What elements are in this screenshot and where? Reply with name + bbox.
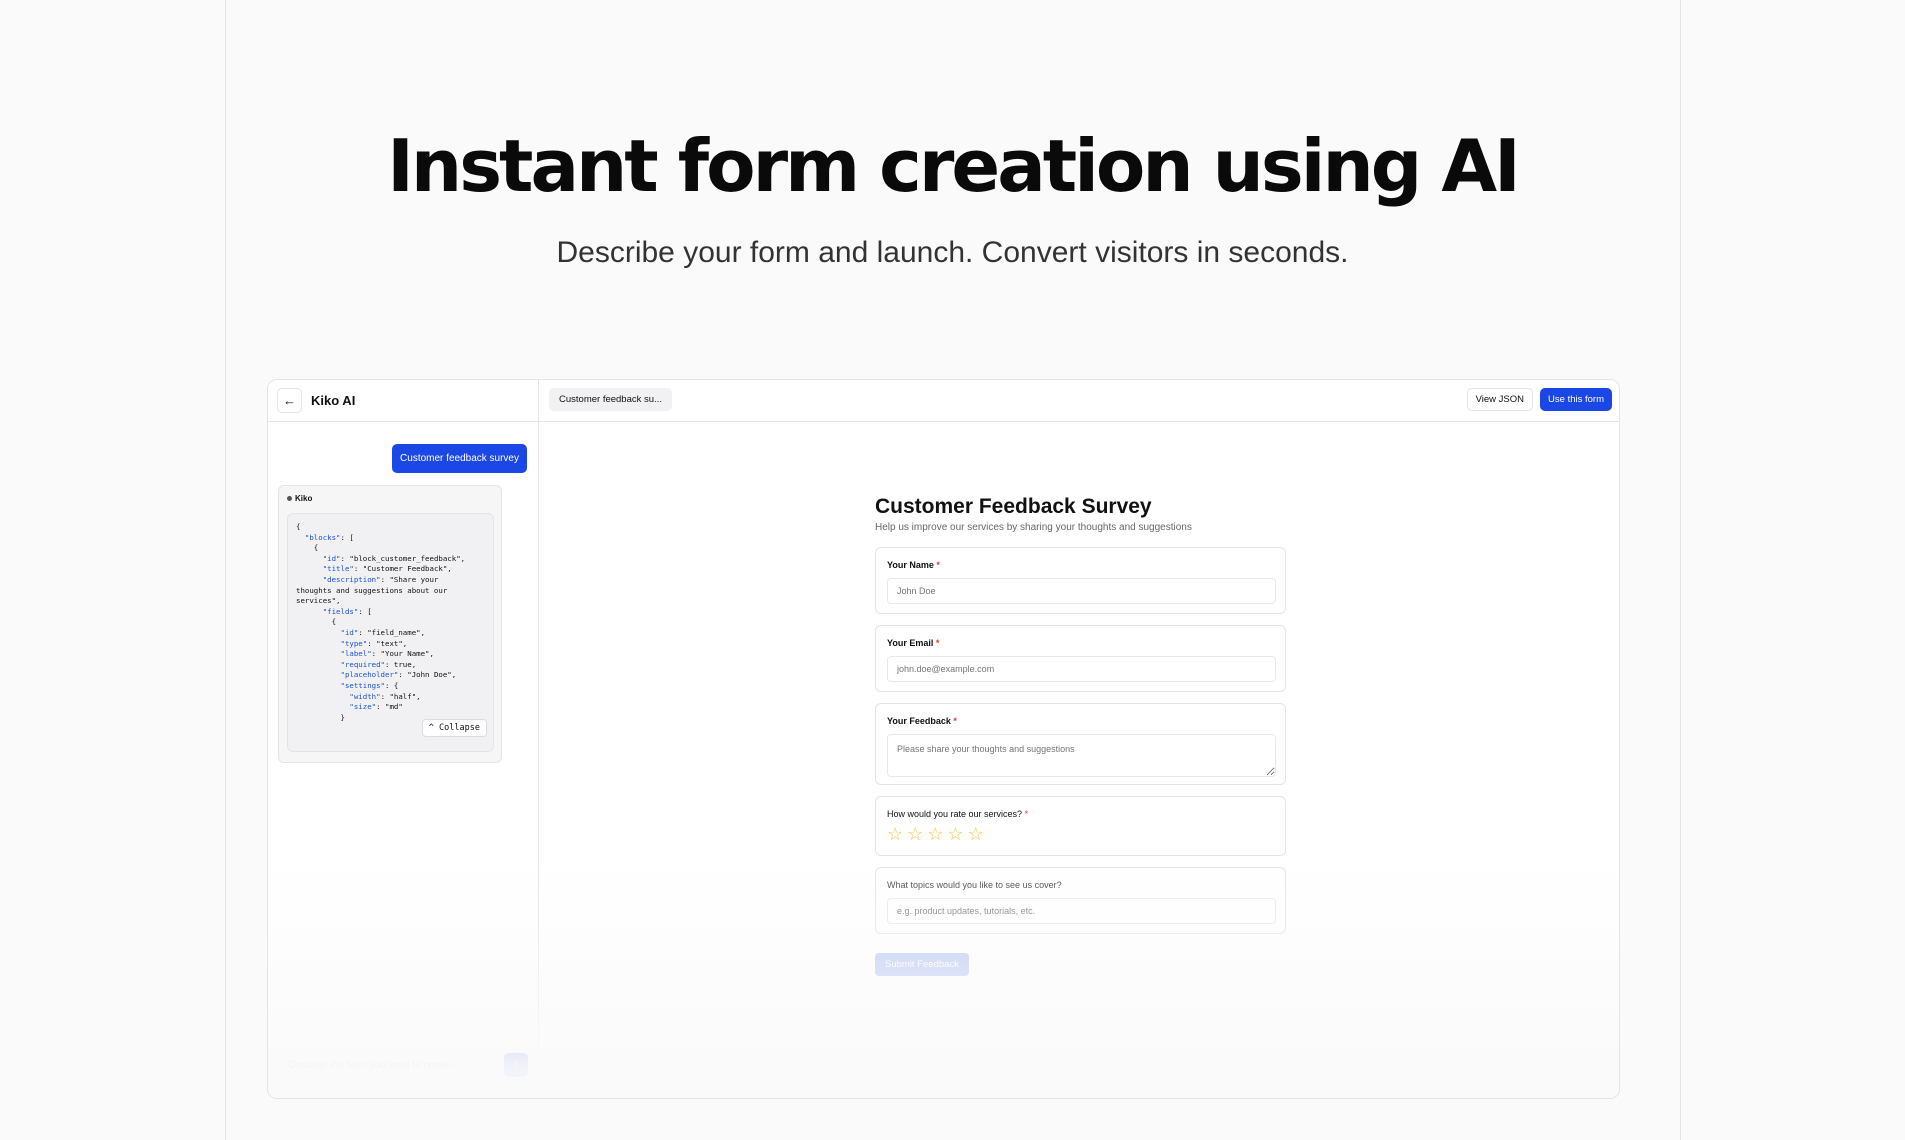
- form-tab[interactable]: Customer feedback su...: [549, 388, 672, 411]
- field-rating-card: How would you rate our services? * ☆ ☆ ☆…: [875, 796, 1286, 856]
- app-preview-window: ← Kiko AI Customer feedback survey Kiko …: [267, 379, 1620, 1099]
- email-input[interactable]: [887, 656, 1276, 682]
- star-icon[interactable]: ☆: [927, 825, 943, 843]
- topics-input[interactable]: [887, 898, 1276, 924]
- form-description: Help us improve our services by sharing …: [875, 522, 1192, 533]
- form-title: Customer Feedback Survey: [875, 495, 1152, 518]
- required-marker: *: [1024, 809, 1029, 819]
- form-preview: Customer Feedback Survey Help us improve…: [875, 495, 1286, 976]
- bot-avatar-icon: [287, 496, 292, 501]
- send-icon: ↑: [513, 1059, 519, 1071]
- field-label-text: Your Email: [887, 638, 934, 648]
- preview-header: Customer feedback su... View JSON Use th…: [539, 380, 1619, 422]
- field-topics-card: What topics would you like to see us cov…: [875, 867, 1286, 934]
- field-name-card: Your Name *: [875, 547, 1286, 614]
- field-email-card: Your Email *: [875, 625, 1286, 692]
- feedback-textarea[interactable]: [887, 734, 1276, 777]
- chat-input-row: ↑: [278, 1050, 528, 1080]
- field-label: What topics would you like to see us cov…: [887, 880, 1062, 890]
- user-message: Customer feedback survey: [392, 444, 527, 473]
- chat-header: ← Kiko AI: [268, 380, 538, 422]
- required-marker: *: [935, 638, 940, 648]
- star-icon[interactable]: ☆: [907, 825, 923, 843]
- required-marker: *: [936, 560, 940, 570]
- collapse-button[interactable]: ^ Collapse: [421, 719, 487, 737]
- send-button[interactable]: ↑: [504, 1053, 528, 1077]
- star-rating[interactable]: ☆ ☆ ☆ ☆ ☆: [887, 825, 984, 843]
- bot-message: Kiko { "blocks": [ { "id": "block_custom…: [278, 485, 502, 763]
- star-icon[interactable]: ☆: [887, 825, 903, 843]
- field-label-text: How would you rate our services?: [887, 809, 1023, 819]
- chat-pane: ← Kiko AI Customer feedback survey Kiko …: [268, 380, 539, 1098]
- collapse-label: Collapse: [439, 723, 480, 733]
- app-name: Kiko AI: [311, 393, 356, 408]
- chevron-up-icon: ^: [428, 723, 434, 733]
- field-label: How would you rate our services? *: [887, 809, 1028, 819]
- required-marker: *: [953, 716, 957, 726]
- field-label: Your Email *: [887, 638, 939, 648]
- arrow-left-icon: ←: [283, 393, 296, 408]
- star-icon[interactable]: ☆: [968, 825, 984, 843]
- field-label: Your Feedback *: [887, 716, 957, 726]
- field-label-text: What topics would you like to see us cov…: [887, 880, 1062, 890]
- name-input[interactable]: [887, 578, 1276, 604]
- field-label: Your Name *: [887, 560, 940, 570]
- json-code: { "blocks": [ { "id": "block_customer_fe…: [296, 522, 466, 722]
- bot-name: Kiko: [295, 494, 313, 503]
- submit-button[interactable]: Submit Feedback: [875, 953, 969, 976]
- field-label-text: Your Name: [887, 560, 934, 570]
- field-feedback-card: Your Feedback *: [875, 703, 1286, 785]
- bot-label: Kiko: [287, 494, 312, 503]
- hero-title: Instant form creation using AI: [387, 124, 1521, 208]
- use-form-button[interactable]: Use this form: [1540, 388, 1612, 411]
- star-icon[interactable]: ☆: [947, 825, 963, 843]
- back-button[interactable]: ←: [277, 388, 302, 413]
- hero-subtitle: Describe your form and launch. Convert v…: [556, 236, 1349, 269]
- field-label-text: Your Feedback: [887, 716, 951, 726]
- chat-input[interactable]: [278, 1059, 504, 1071]
- view-json-button[interactable]: View JSON: [1466, 388, 1533, 411]
- json-code-block: { "blocks": [ { "id": "block_customer_fe…: [287, 513, 494, 752]
